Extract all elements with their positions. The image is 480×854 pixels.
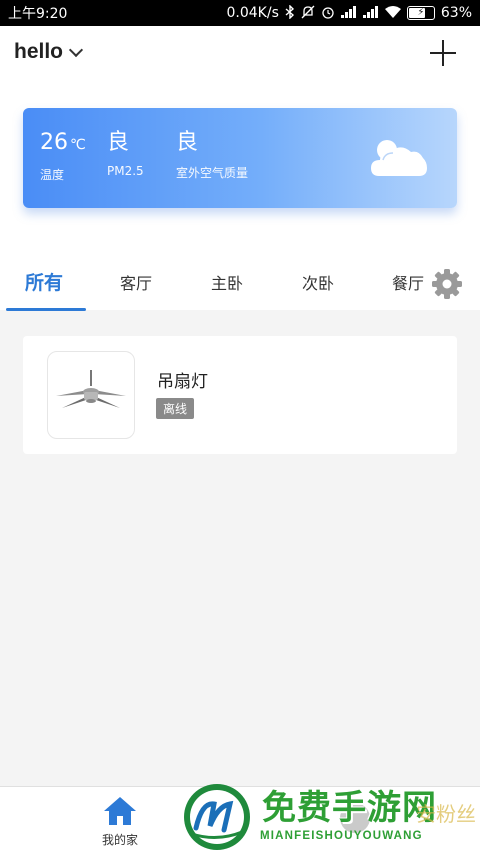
home-selector[interactable]: hello — [14, 40, 84, 64]
home-icon — [104, 797, 136, 825]
air-quality-value: 良 — [176, 130, 199, 155]
tab-second-bedroom[interactable]: 次卧 — [302, 270, 334, 294]
cloudy-icon — [371, 140, 427, 176]
battery-percent: 63% — [440, 5, 472, 21]
tab-overflow-clip: 餐厅 — [380, 256, 428, 310]
tab-dining-room[interactable]: 餐厅 — [392, 270, 424, 294]
status-bar: 上午9:20 0.04K/s ⚡ 63% — [0, 0, 480, 26]
status-time: 上午9:20 — [8, 6, 68, 22]
temperature-value: 26 — [40, 130, 68, 155]
device-name: 吊扇灯 — [157, 372, 208, 392]
home-name: hello — [14, 40, 64, 63]
tab-all[interactable]: 所有 — [25, 268, 63, 295]
signal-icon — [340, 5, 357, 21]
nav-secondary-icon[interactable] — [340, 803, 370, 833]
status-badge: 离线 — [156, 398, 195, 419]
nav-label-my-home: 我的家 — [101, 833, 138, 847]
nav-my-home[interactable]: 我的家 — [88, 793, 152, 851]
status-icons: 0.04K/s ⚡ 63% — [226, 3, 472, 22]
tab-master-bedroom[interactable]: 主卧 — [211, 270, 243, 294]
chevron-down-icon — [68, 42, 84, 57]
signal-icon — [362, 5, 379, 21]
pm25-block: 良 PM2.5 — [107, 130, 144, 178]
tab-living-room[interactable]: 客厅 — [120, 270, 152, 294]
gear-icon[interactable] — [431, 268, 463, 300]
add-device-button[interactable] — [430, 40, 456, 66]
alarm-icon — [321, 5, 335, 22]
ceiling-fan-icon — [56, 370, 126, 408]
temperature-label: 温度 — [40, 168, 65, 182]
air-quality-block: 良 室外空气质量 — [176, 130, 248, 181]
device-card[interactable]: 吊扇灯 离线 — [23, 336, 457, 454]
bluetooth-icon — [285, 3, 295, 22]
pm25-label: PM2.5 — [107, 164, 144, 178]
device-thumbnail — [47, 351, 135, 439]
room-tabs: 所有 客厅 主卧 次卧 餐厅 — [0, 256, 480, 311]
temperature-block: 26 ℃ 温度 — [40, 130, 86, 183]
battery-charging-icon: ⚡ — [406, 6, 435, 20]
active-tab-indicator — [6, 308, 86, 311]
pm25-value: 良 — [107, 130, 130, 155]
temperature-unit: ℃ — [70, 137, 86, 153]
bottom-nav: 我的家 — [0, 786, 480, 854]
weather-card[interactable]: 26 ℃ 温度 良 PM2.5 良 室外空气质量 — [23, 108, 457, 208]
air-quality-label: 室外空气质量 — [176, 166, 249, 180]
network-speed: 0.04K/s — [226, 5, 279, 21]
header: hello — [0, 26, 480, 84]
wifi-icon — [384, 5, 401, 21]
mute-icon — [301, 5, 315, 22]
